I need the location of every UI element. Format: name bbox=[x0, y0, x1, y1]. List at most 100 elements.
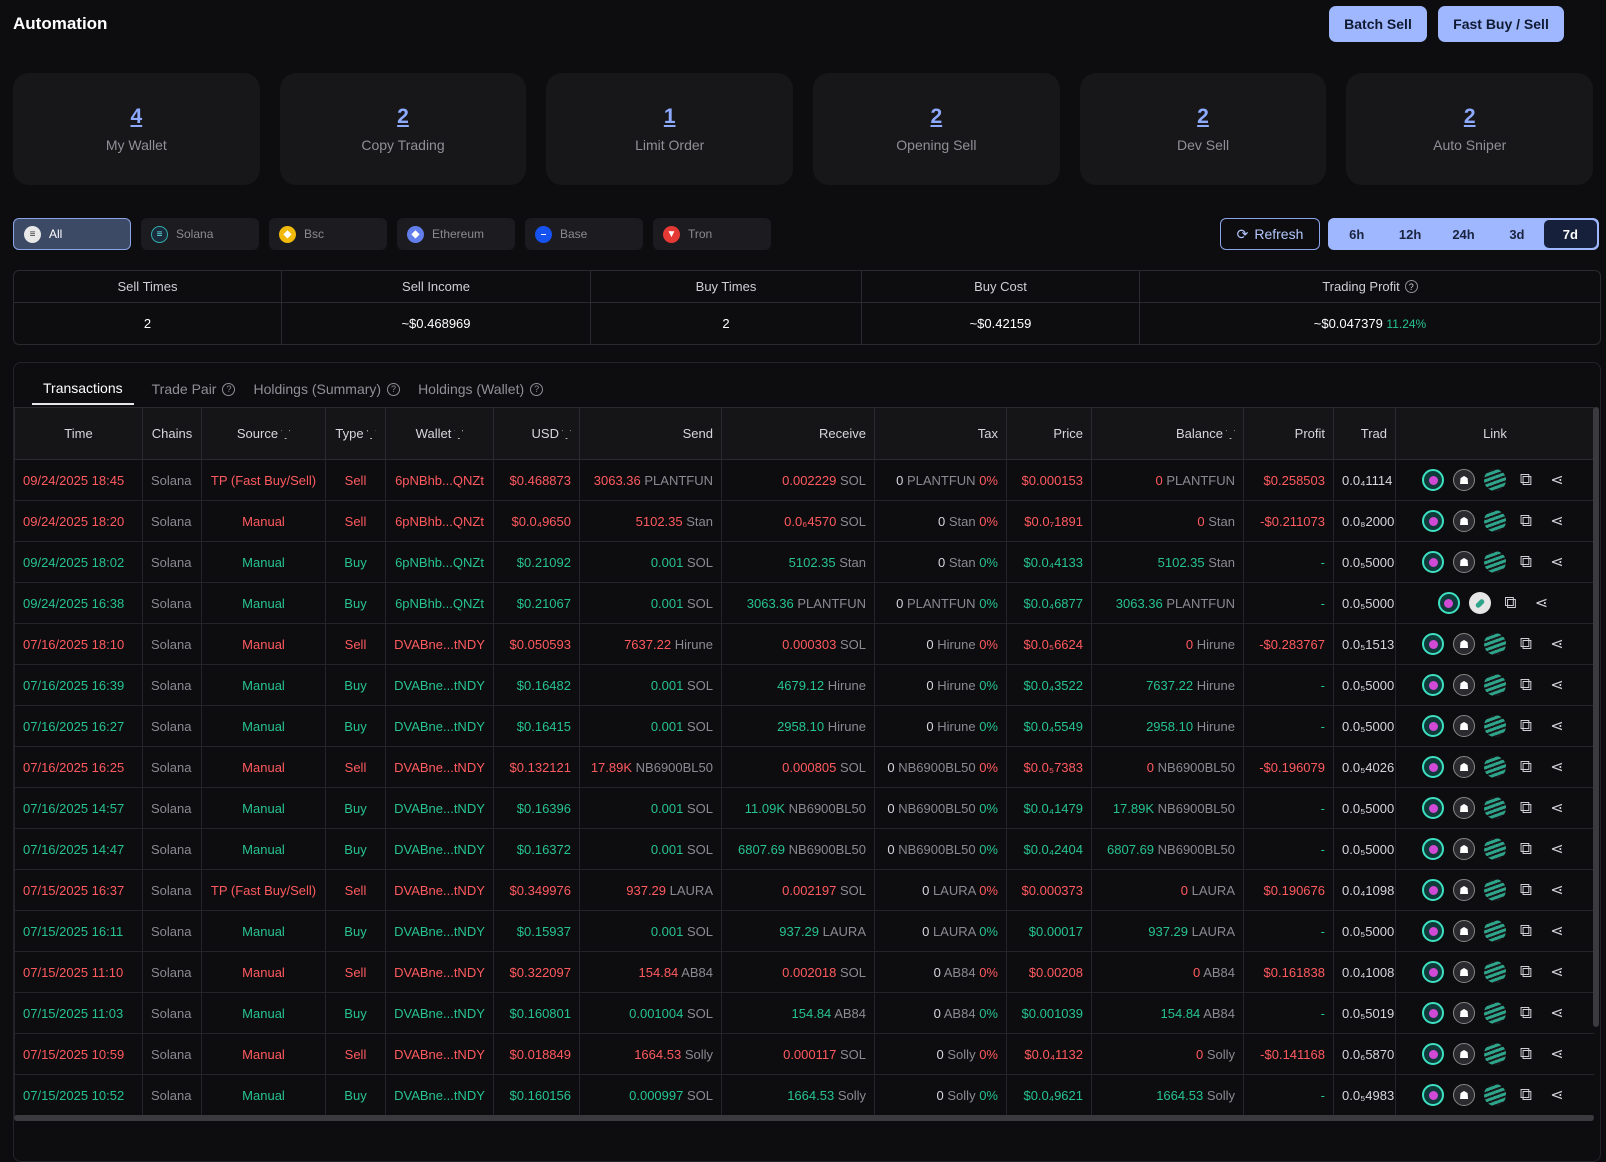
vertical-scrollbar[interactable] bbox=[1593, 407, 1599, 1027]
ave-icon[interactable] bbox=[1484, 920, 1506, 942]
share-icon[interactable]: ⋖ bbox=[1546, 838, 1568, 860]
share-icon[interactable]: ⋖ bbox=[1546, 961, 1568, 983]
ave-icon[interactable] bbox=[1484, 1043, 1506, 1065]
ave-icon[interactable] bbox=[1484, 715, 1506, 737]
copy-icon[interactable]: ⧉ bbox=[1515, 633, 1537, 655]
col-balance[interactable]: Balance bbox=[1091, 407, 1244, 460]
gmgn-icon[interactable] bbox=[1422, 920, 1444, 942]
table-row[interactable]: 07/15/2025 11:03 Solana Manual Buy DVABne...… bbox=[14, 992, 1594, 1034]
ave-icon[interactable] bbox=[1484, 674, 1506, 696]
ave-icon[interactable] bbox=[1484, 1002, 1506, 1024]
ave-icon[interactable] bbox=[1484, 551, 1506, 573]
table-row[interactable]: 09/24/2025 18:45 Solana TP (Fast Buy/Sell)… bbox=[14, 459, 1594, 501]
col-usd[interactable]: USD bbox=[493, 407, 580, 460]
tab-holdings-summary[interactable]: Holdings (Summary)? bbox=[253, 373, 401, 405]
col-wallet[interactable]: Wallet bbox=[385, 407, 494, 460]
share-icon[interactable]: ⋖ bbox=[1546, 756, 1568, 778]
gmgn-icon[interactable] bbox=[1422, 469, 1444, 491]
share-icon[interactable]: ⋖ bbox=[1546, 879, 1568, 901]
filter-icon[interactable] bbox=[454, 430, 464, 440]
table-row[interactable]: 07/16/2025 14:47 Solana Manual Buy DVABne...… bbox=[14, 828, 1594, 870]
share-icon[interactable]: ⋖ bbox=[1546, 469, 1568, 491]
gmgn-icon[interactable] bbox=[1422, 879, 1444, 901]
card-count[interactable]: 1 bbox=[664, 105, 676, 129]
share-icon[interactable]: ⋖ bbox=[1546, 674, 1568, 696]
dexscreener-icon[interactable]: ☗ bbox=[1453, 633, 1475, 655]
card-auto-sniper[interactable]: 2 Auto Sniper bbox=[1346, 73, 1594, 185]
table-row[interactable]: 09/24/2025 16:38 Solana Manual Buy 6pNBhb...… bbox=[14, 582, 1594, 624]
table-row[interactable]: 07/15/2025 10:59 Solana Manual Sell DVABne..… bbox=[14, 1033, 1594, 1075]
copy-icon[interactable]: ⧉ bbox=[1515, 1084, 1537, 1106]
table-row[interactable]: 09/24/2025 18:02 Solana Manual Buy 6pNBhb...… bbox=[14, 541, 1594, 583]
ave-icon[interactable] bbox=[1484, 756, 1506, 778]
chain-filter-ethereum[interactable]: ◆ Ethereum bbox=[397, 218, 515, 250]
table-row[interactable]: 07/16/2025 16:39 Solana Manual Buy DVABne...… bbox=[14, 664, 1594, 706]
gmgn-icon[interactable] bbox=[1422, 838, 1444, 860]
share-icon[interactable]: ⋖ bbox=[1546, 797, 1568, 819]
gmgn-icon[interactable] bbox=[1422, 715, 1444, 737]
range-6h[interactable]: 6h bbox=[1330, 220, 1383, 248]
gmgn-icon[interactable] bbox=[1422, 551, 1444, 573]
dexscreener-icon[interactable]: ☗ bbox=[1453, 1002, 1475, 1024]
gmgn-icon[interactable] bbox=[1422, 797, 1444, 819]
card-count[interactable]: 2 bbox=[397, 105, 409, 129]
range-12h[interactable]: 12h bbox=[1383, 220, 1436, 248]
ave-icon[interactable] bbox=[1484, 879, 1506, 901]
gmgn-icon[interactable] bbox=[1422, 633, 1444, 655]
fast-buy-sell-button[interactable]: Fast Buy / Sell bbox=[1438, 6, 1564, 42]
share-icon[interactable]: ⋖ bbox=[1546, 920, 1568, 942]
table-row[interactable]: 07/15/2025 16:37 Solana TP (Fast Buy/Sell)… bbox=[14, 869, 1594, 911]
help-icon[interactable]: ? bbox=[222, 382, 236, 396]
tab-transactions[interactable]: Transactions bbox=[32, 373, 134, 405]
table-row[interactable]: 07/16/2025 16:25 Solana Manual Sell DVABne..… bbox=[14, 746, 1594, 788]
share-icon[interactable]: ⋖ bbox=[1546, 1084, 1568, 1106]
card-opening-sell[interactable]: 2 Opening Sell bbox=[813, 73, 1060, 185]
range-24h[interactable]: 24h bbox=[1437, 220, 1490, 248]
chain-filter-base[interactable]: – Base bbox=[525, 218, 643, 250]
card-dev-sell[interactable]: 2 Dev Sell bbox=[1079, 73, 1327, 185]
dexscreener-icon[interactable]: ☗ bbox=[1453, 879, 1475, 901]
dexscreener-icon[interactable]: ☗ bbox=[1453, 551, 1475, 573]
batch-sell-button[interactable]: Batch Sell bbox=[1329, 6, 1427, 42]
pill-icon[interactable] bbox=[1468, 592, 1491, 614]
dexscreener-icon[interactable]: ☗ bbox=[1453, 469, 1475, 491]
copy-icon[interactable]: ⧉ bbox=[1515, 961, 1537, 983]
chain-filter-all[interactable]: ≡ All bbox=[13, 218, 131, 250]
copy-icon[interactable]: ⧉ bbox=[1500, 592, 1522, 614]
chain-filter-solana[interactable]: ≡ Solana bbox=[141, 218, 259, 250]
copy-icon[interactable]: ⧉ bbox=[1515, 715, 1537, 737]
help-icon[interactable]: ? bbox=[387, 382, 401, 396]
table-row[interactable]: 07/16/2025 16:27 Solana Manual Buy DVABne...… bbox=[14, 705, 1594, 747]
card-count[interactable]: 2 bbox=[1464, 105, 1476, 129]
horizontal-scrollbar[interactable] bbox=[14, 1115, 1594, 1121]
table-row[interactable]: 07/16/2025 18:10 Solana Manual Sell DVABne..… bbox=[14, 623, 1594, 665]
gmgn-icon[interactable] bbox=[1422, 1084, 1444, 1106]
copy-icon[interactable]: ⧉ bbox=[1515, 469, 1537, 491]
dexscreener-icon[interactable]: ☗ bbox=[1453, 1084, 1475, 1106]
copy-icon[interactable]: ⧉ bbox=[1515, 1043, 1537, 1065]
copy-icon[interactable]: ⧉ bbox=[1515, 510, 1537, 532]
filter-icon[interactable] bbox=[1226, 430, 1235, 440]
share-icon[interactable]: ⋖ bbox=[1546, 510, 1568, 532]
transactions-table-wrap[interactable]: Time Chains Source Type Wallet USD Send … bbox=[14, 407, 1594, 1127]
dexscreener-icon[interactable]: ☗ bbox=[1453, 961, 1475, 983]
card-count[interactable]: 2 bbox=[1197, 105, 1209, 129]
filter-icon[interactable] bbox=[366, 430, 376, 440]
dexscreener-icon[interactable]: ☗ bbox=[1453, 838, 1475, 860]
copy-icon[interactable]: ⧉ bbox=[1515, 674, 1537, 696]
card-count[interactable]: 4 bbox=[130, 105, 142, 129]
copy-icon[interactable]: ⧉ bbox=[1515, 838, 1537, 860]
ave-icon[interactable] bbox=[1484, 469, 1506, 491]
ave-icon[interactable] bbox=[1484, 633, 1506, 655]
card-count[interactable]: 2 bbox=[931, 105, 943, 129]
refresh-button[interactable]: ⟳ Refresh bbox=[1220, 218, 1320, 250]
tab-trade-pair[interactable]: Trade Pair? bbox=[152, 373, 236, 405]
card-copy-trading[interactable]: 2 Copy Trading bbox=[279, 73, 527, 185]
table-row[interactable]: 07/16/2025 14:57 Solana Manual Buy DVABne...… bbox=[14, 787, 1594, 829]
ave-icon[interactable] bbox=[1484, 838, 1506, 860]
col-type[interactable]: Type bbox=[325, 407, 386, 460]
range-3d[interactable]: 3d bbox=[1490, 220, 1543, 248]
filter-icon[interactable] bbox=[281, 430, 291, 440]
gmgn-icon[interactable] bbox=[1437, 592, 1460, 614]
gmgn-icon[interactable] bbox=[1422, 674, 1444, 696]
